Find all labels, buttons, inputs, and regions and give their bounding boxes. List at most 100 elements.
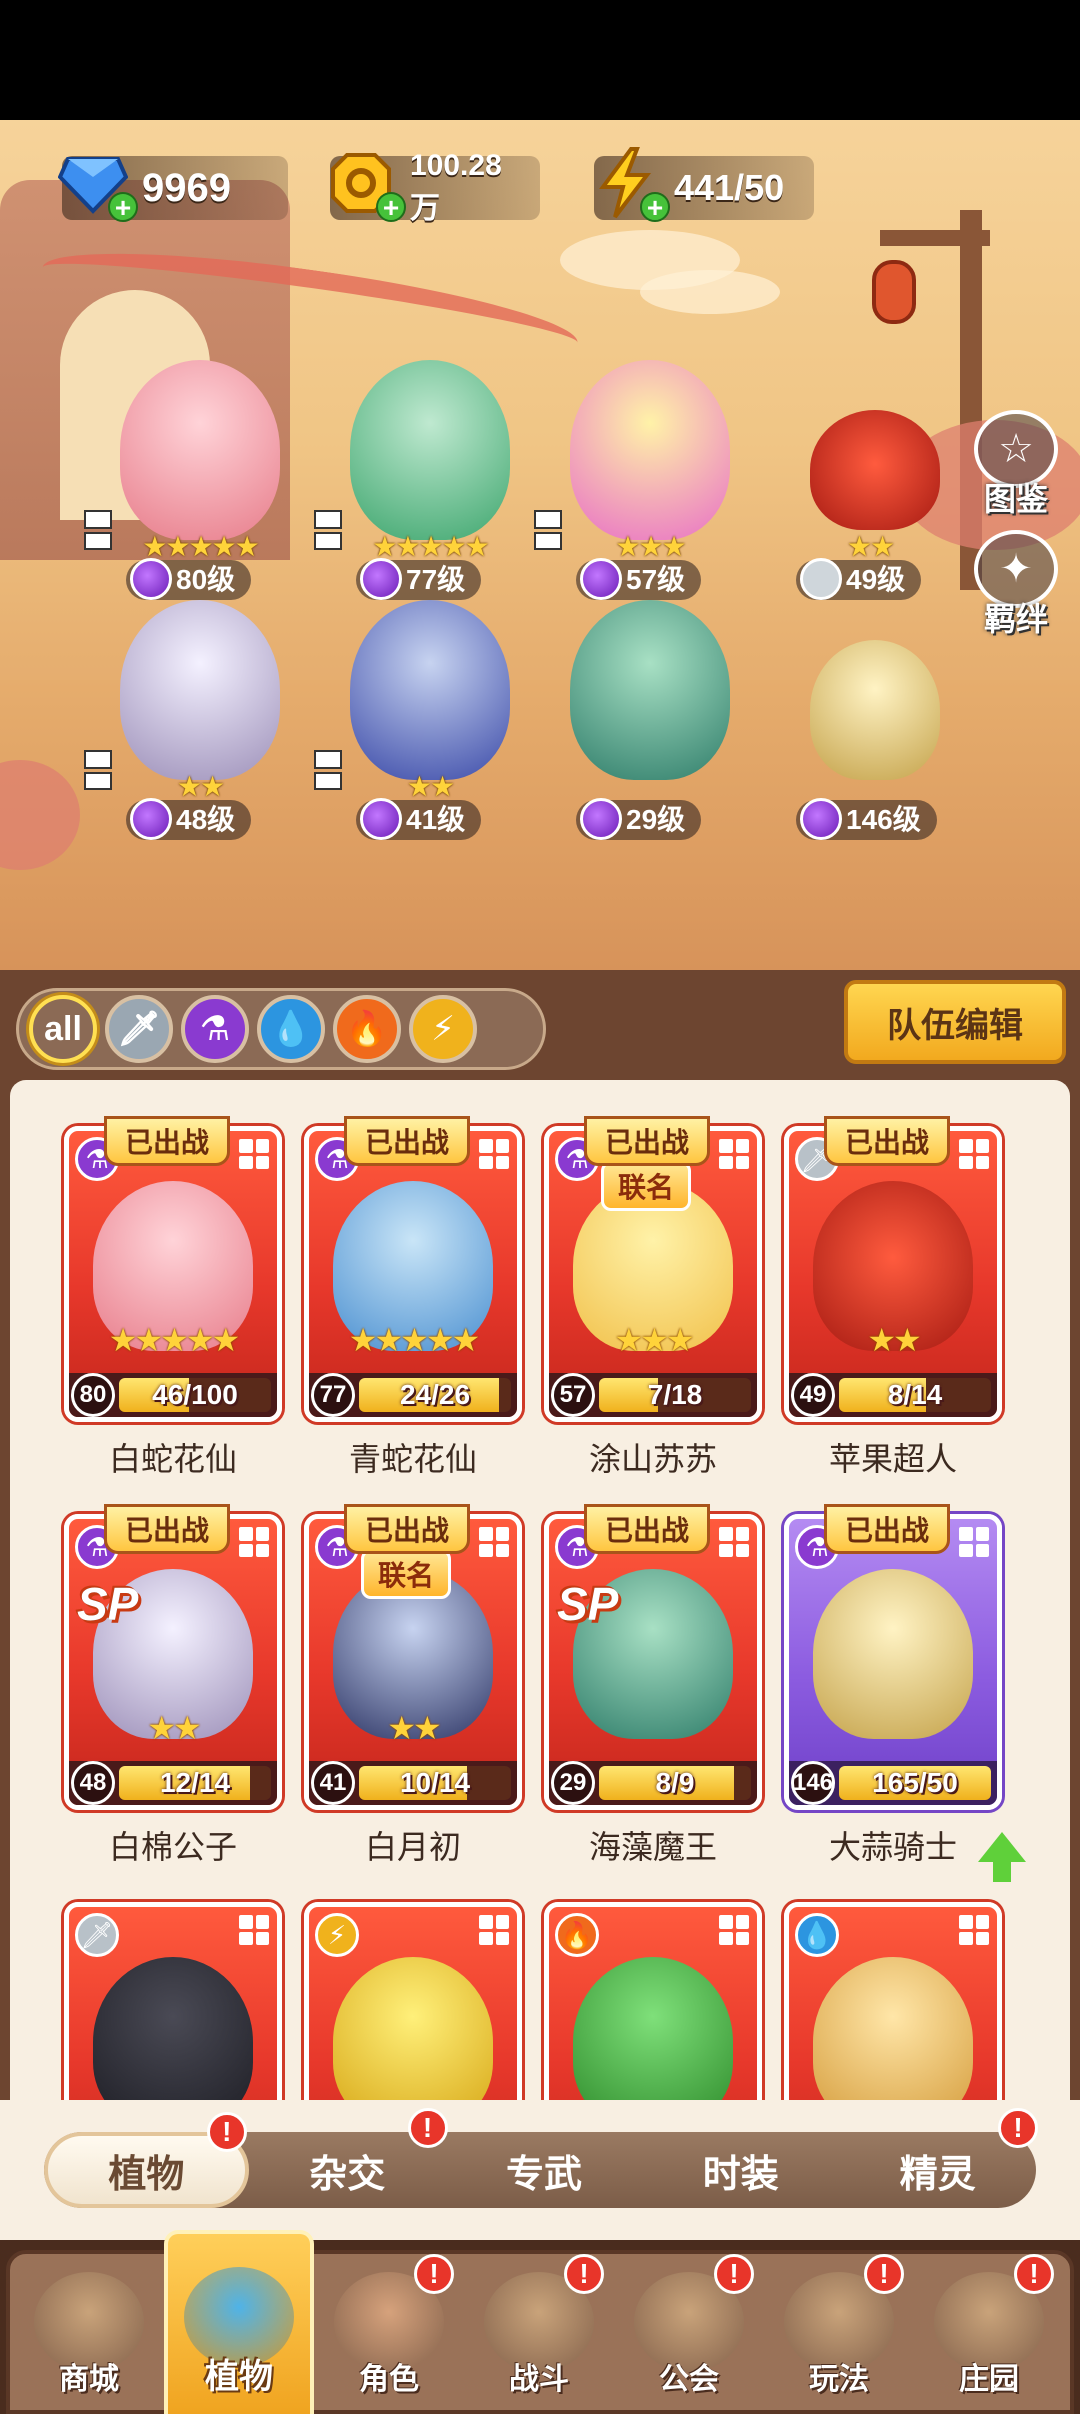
nav-label: 玩法 bbox=[809, 2363, 869, 2396]
nav-item[interactable]: 公会! bbox=[614, 2240, 764, 2414]
plant-card[interactable]: ⚗ ★★★★★ 80 46/100 已出战 白蛇花仙 bbox=[64, 1116, 282, 1480]
plant-card[interactable]: ⚗ SP 29 8/9 已出战 海藻魔王 bbox=[544, 1504, 762, 1868]
alert-badge: ! bbox=[997, 2108, 1038, 2148]
star-rating: ★★★★★ bbox=[108, 1322, 240, 1358]
alert-badge: ! bbox=[414, 2254, 454, 2294]
star-rating: ★★ bbox=[387, 1710, 441, 1746]
formation-slot[interactable]: ★★ 48级 bbox=[84, 600, 310, 840]
add-energy-icon[interactable]: + bbox=[640, 192, 670, 222]
shard-progress-bar: 165/50 bbox=[839, 1766, 991, 1800]
bonds-button[interactable]: ✦ 羁绊 bbox=[968, 530, 1064, 640]
nav-item[interactable]: 植物 bbox=[164, 2230, 314, 2414]
plant-card[interactable]: ⚗ 联名 ★★★ 57 7/18 已出战 涂山苏苏 bbox=[544, 1116, 762, 1480]
alert-badge: ! bbox=[1014, 2254, 1054, 2294]
filter-lightning-icon[interactable]: ⚡ bbox=[409, 995, 477, 1063]
alert-badge: ! bbox=[564, 2254, 604, 2294]
deployed-badge: 已出战 bbox=[584, 1116, 711, 1166]
deployed-badge: 已出战 bbox=[344, 1116, 471, 1166]
plant-card[interactable]: ⚡ bbox=[304, 1902, 522, 2100]
filter-sword-icon[interactable]: 🗡 bbox=[105, 995, 173, 1063]
status-bar bbox=[0, 0, 1080, 120]
gem-counter[interactable]: + 9969 bbox=[58, 156, 288, 222]
star-rating: ★★★ bbox=[614, 1322, 694, 1358]
sub-tab[interactable]: 专武 bbox=[446, 2132, 643, 2208]
plant-card[interactable]: ⚗ SP ★★ 48 12/14 已出战 白棉公子 bbox=[64, 1504, 282, 1868]
plant-portrait bbox=[813, 1957, 973, 2100]
nav-item[interactable]: 角色! bbox=[314, 2240, 464, 2414]
sub-tabs-container: 植物! 杂交! 专武 时装 精灵! bbox=[0, 2100, 1080, 2240]
nav-label: 战斗 bbox=[509, 2363, 569, 2396]
add-gems-icon[interactable]: + bbox=[108, 192, 138, 222]
shard-progress-text: 24/26 bbox=[399, 1379, 471, 1410]
sub-tab[interactable]: 时装 bbox=[642, 2132, 839, 2208]
sub-tab[interactable]: 精灵! bbox=[839, 2108, 1038, 2208]
apple-superman-figure bbox=[810, 410, 940, 530]
team-edit-button[interactable]: 队伍编辑 bbox=[844, 980, 1066, 1064]
hero-level: 48级 bbox=[126, 798, 252, 840]
card-footer: 49 8/14 bbox=[789, 1373, 997, 1417]
codex-button[interactable]: ☆ 图鉴 bbox=[968, 410, 1064, 520]
sub-tab[interactable]: 杂交! bbox=[249, 2108, 448, 2208]
grid-icon bbox=[239, 1139, 269, 1169]
sub-tab[interactable]: 植物! bbox=[44, 2112, 249, 2208]
formation-slot[interactable]: ★★ 41级 bbox=[314, 600, 540, 840]
formation-slot[interactable]: ★★★★★ 77级 bbox=[314, 360, 540, 600]
potion-icon bbox=[360, 798, 402, 840]
plant-portrait bbox=[813, 1569, 973, 1739]
shard-progress-bar: 46/100 bbox=[119, 1378, 271, 1412]
plant-card[interactable]: ⚗ 联名 ★★ 41 10/14 已出战 白月初 bbox=[304, 1504, 522, 1868]
card-frame: ⚗ 联名 ★★ 41 10/14 bbox=[304, 1514, 522, 1810]
sub-tab-label: 植物 bbox=[108, 2153, 185, 2196]
plant-card[interactable]: 🔥 bbox=[544, 1902, 762, 2100]
card-footer: 80 46/100 bbox=[69, 1373, 277, 1417]
coin-counter[interactable]: + 100.28万 bbox=[330, 149, 540, 225]
bai-yuechu-figure bbox=[350, 600, 510, 780]
formation-slot[interactable]: ★★★ 57级 bbox=[534, 360, 760, 600]
plant-panel: ⚗ ★★★★★ 80 46/100 已出战 白蛇花仙 ⚗ ★★★★★ 77 24/26 已出战 青蛇花… bbox=[0, 1080, 1080, 2100]
formation-slot[interactable]: 146级 bbox=[760, 600, 980, 840]
grid-icon bbox=[479, 1915, 509, 1945]
level-badge: 41 bbox=[311, 1761, 355, 1805]
deployed-badge: 已出战 bbox=[104, 1504, 231, 1554]
collab-badge: 联名 bbox=[361, 1549, 452, 1599]
filter-fire-icon[interactable]: 🔥 bbox=[333, 995, 401, 1063]
coin-value: 100.28万 bbox=[410, 149, 502, 225]
plant-card-grid: ⚗ ★★★★★ 80 46/100 已出战 白蛇花仙 ⚗ ★★★★★ 77 24/26 已出战 青蛇花… bbox=[10, 1100, 1070, 2100]
nav-item[interactable]: 庄园! bbox=[914, 2240, 1064, 2414]
grid-icon bbox=[479, 1139, 509, 1169]
formation-slot[interactable]: ★★★★★ 80级 bbox=[84, 360, 310, 600]
upgrade-arrow-icon bbox=[978, 1832, 1026, 1882]
plant-card[interactable]: ⚗ 146 165/50 已出战 大蒜骑士 bbox=[784, 1504, 1026, 1882]
grid-icon bbox=[959, 1139, 989, 1169]
energy-counter[interactable]: + 441/50 bbox=[594, 147, 814, 222]
plant-name: 白月初 bbox=[364, 1829, 461, 1865]
formation-slot[interactable]: 29级 bbox=[540, 600, 760, 840]
plant-card[interactable]: 💧 bbox=[784, 1902, 1002, 2100]
element-filter-bar: all 🗡 ⚗ 💧 🔥 ⚡ bbox=[16, 988, 546, 1070]
nav-item[interactable]: 玩法! bbox=[764, 2240, 914, 2414]
filter-all[interactable]: all bbox=[29, 995, 97, 1063]
add-coins-icon[interactable]: + bbox=[376, 192, 406, 222]
shard-progress-text: 8/14 bbox=[887, 1379, 943, 1410]
potion-icon bbox=[130, 798, 172, 840]
sword-type-icon: 🗡 bbox=[75, 1913, 119, 1957]
plant-card[interactable]: 🗡 bbox=[64, 1902, 282, 2100]
plant-card[interactable]: 🗡 ★★ 49 8/14 已出战 苹果超人 bbox=[784, 1116, 1002, 1480]
grid-icon bbox=[959, 1915, 989, 1945]
nav-item[interactable]: 商城 bbox=[14, 2240, 164, 2414]
hero-level: 41级 bbox=[356, 798, 482, 840]
filter-water-icon[interactable]: 💧 bbox=[257, 995, 325, 1063]
water-type-icon: 💧 bbox=[795, 1913, 839, 1957]
nav-item[interactable]: 战斗! bbox=[464, 2240, 614, 2414]
sp-badge: SP bbox=[77, 1578, 139, 1630]
filter-potion-icon[interactable]: ⚗ bbox=[181, 995, 249, 1063]
sp-badge: SP bbox=[557, 1578, 619, 1630]
plant-card[interactable]: ⚗ ★★★★★ 77 24/26 已出战 青蛇花仙 bbox=[304, 1116, 522, 1480]
formation-slot[interactable]: ★★ 49级 bbox=[760, 360, 980, 600]
shard-progress-bar: 12/14 bbox=[119, 1766, 271, 1800]
sub-tab-label: 时装 bbox=[702, 2153, 779, 2196]
lantern-icon bbox=[872, 260, 916, 324]
plant-name: 苹果超人 bbox=[828, 1441, 957, 1477]
star-rating: ★★ bbox=[147, 1710, 201, 1746]
lightning-type-icon: ⚡ bbox=[315, 1913, 359, 1957]
